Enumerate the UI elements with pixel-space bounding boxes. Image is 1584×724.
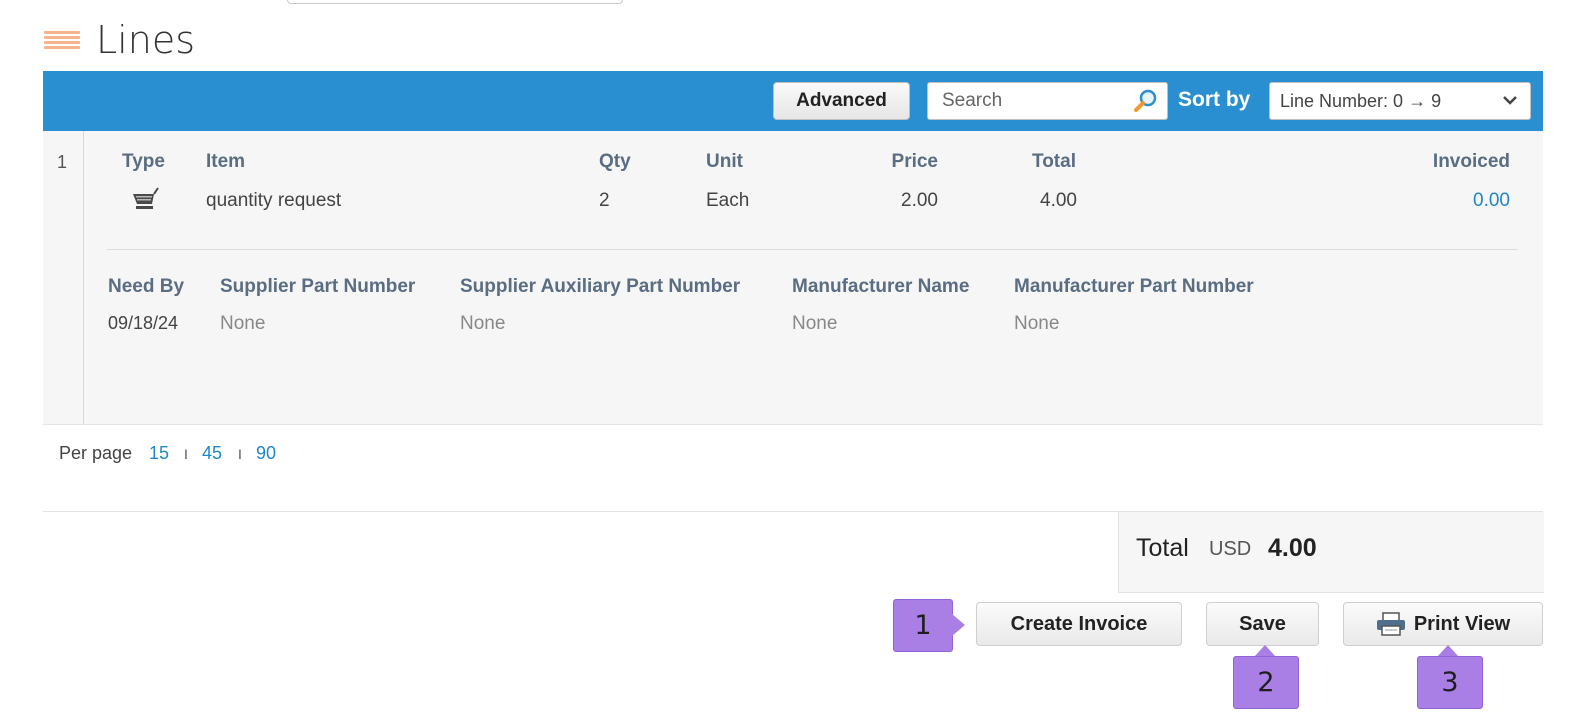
search-box[interactable] — [927, 82, 1168, 120]
total-currency: USD — [1209, 538, 1252, 560]
section-title: Lines — [96, 18, 195, 62]
callout-pointer-right — [952, 614, 965, 636]
search-input[interactable] — [940, 89, 1124, 113]
item-price: 2.00 — [901, 190, 938, 211]
advanced-search-button[interactable]: Advanced — [773, 82, 910, 120]
need-by-date: 09/18/24 — [108, 313, 179, 333]
header-total: Total — [1032, 151, 1076, 172]
item-name: quantity request — [206, 190, 342, 211]
print-view-button[interactable]: Print View — [1343, 602, 1543, 646]
header-supplier-aux-part-number: Supplier Auxiliary Part Number — [460, 276, 741, 297]
lines-section-icon — [44, 31, 80, 53]
callout-badge-3: 3 — [1417, 656, 1483, 709]
chevron-down-icon — [1503, 96, 1517, 105]
per-page-separator: I — [184, 446, 188, 462]
supplier-aux-part-number-value: None — [460, 313, 506, 334]
header-supplier-part-number: Supplier Part Number — [220, 276, 416, 297]
per-page-option-90[interactable]: 90 — [256, 443, 276, 464]
save-button[interactable]: Save — [1206, 602, 1319, 646]
callout-badge-2: 2 — [1233, 656, 1299, 709]
invoiced-amount-link[interactable]: 0.00 — [1380, 190, 1510, 212]
line-number-column — [43, 131, 84, 424]
line-number: 1 — [57, 152, 68, 172]
item-unit: Each — [706, 190, 750, 211]
sort-select[interactable]: Line Number: 0 → 9 — [1269, 82, 1531, 120]
header-manufacturer-part-number: Manufacturer Part Number — [1014, 276, 1254, 297]
supplier-part-number-value: None — [220, 313, 266, 334]
header-manufacturer-name: Manufacturer Name — [792, 276, 970, 297]
per-page-option-15[interactable]: 15 — [149, 443, 169, 464]
shopping-cart-icon — [133, 187, 159, 209]
total-amount: 4.00 — [1268, 534, 1317, 562]
header-price: Price — [891, 151, 938, 172]
create-invoice-button[interactable]: Create Invoice — [976, 602, 1182, 646]
header-need-by: Need By — [108, 276, 185, 297]
callout-badge-1: 1 — [893, 599, 953, 652]
manufacturer-part-number-value: None — [1014, 313, 1060, 334]
search-icon[interactable] — [1133, 88, 1159, 114]
header-item: Item — [206, 151, 246, 172]
print-view-label: Print View — [1413, 612, 1511, 635]
per-page-label: Per page — [59, 443, 133, 463]
header-qty: Qty — [599, 151, 631, 172]
printer-icon — [1376, 612, 1405, 636]
header-invoiced: Invoiced — [1432, 151, 1510, 172]
partial-input-field[interactable] — [287, 0, 623, 4]
header-unit: Unit — [706, 151, 743, 172]
manufacturer-name-value: None — [792, 313, 838, 334]
total-label: Total — [1136, 534, 1189, 562]
sort-by-label: Sort by — [1178, 88, 1251, 111]
per-page-option-45[interactable]: 45 — [202, 443, 222, 464]
per-page-separator: I — [238, 446, 242, 462]
line-divider — [107, 249, 1518, 250]
item-qty: 2 — [599, 190, 610, 211]
header-type: Type — [122, 151, 165, 172]
sort-select-value: Line Number: 0 → 9 — [1280, 91, 1442, 111]
item-total: 4.00 — [1040, 190, 1077, 211]
